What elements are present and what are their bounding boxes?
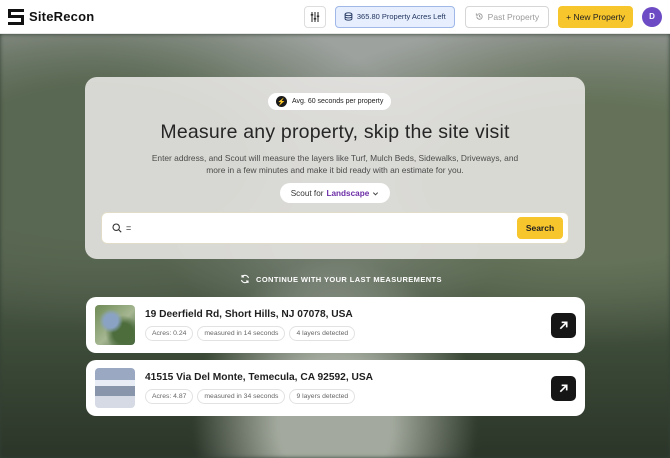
arrow-up-right-icon [559, 383, 568, 392]
brand-name: SiteRecon [29, 9, 95, 24]
acres-left-text: 365.80 Property Acres Left [356, 12, 446, 21]
acres-chip: Acres: 4.87 [145, 389, 194, 404]
address-search-box: Search [101, 212, 569, 244]
search-icon [112, 223, 122, 233]
top-bar: SiteRecon 365.80 Property Acres Left Pas… [0, 0, 670, 34]
measured-time-chip: measured in 34 seconds [197, 389, 286, 404]
history-icon [475, 13, 483, 20]
refresh-icon [240, 274, 250, 284]
avg-time-text: Avg. 60 seconds per property [292, 98, 384, 105]
arrow-up-right-icon [559, 320, 568, 329]
filters-button[interactable] [303, 5, 326, 28]
database-icon [344, 12, 353, 21]
layers-chip: 9 layers detected [289, 389, 356, 404]
continue-measurements-heading: CONTINUE WITH YOUR LAST MEASUREMENTS [240, 274, 442, 284]
measurement-card[interactable]: 19 Deerfield Rd, Short Hills, NJ 07078, … [86, 297, 585, 353]
layers-chip: 4 layers detected [289, 326, 356, 341]
property-address: 41515 Via Del Monte, Temecula, CA 92592,… [145, 372, 373, 383]
address-search-input[interactable] [126, 223, 517, 233]
page-subtitle: Enter address, and Scout will measure th… [151, 153, 519, 175]
past-property-label: Past Property [487, 11, 540, 22]
sliders-icon [310, 11, 320, 22]
scout-type-dropdown[interactable]: Scout for Landscape [280, 183, 390, 203]
continue-label: CONTINUE WITH YOUR LAST MEASUREMENTS [256, 274, 442, 284]
page-title: Measure any property, skip the site visi… [160, 121, 510, 143]
siterecon-logo-icon [8, 8, 24, 25]
new-property-button[interactable]: + New Property [558, 5, 633, 28]
open-measurement-button[interactable] [551, 375, 576, 401]
measured-time-chip: measured in 14 seconds [197, 326, 286, 341]
acres-left-badge[interactable]: 365.80 Property Acres Left [334, 5, 455, 28]
open-measurement-button[interactable] [551, 312, 576, 338]
scout-prefix: Scout for [290, 188, 324, 198]
scout-value: Landscape [326, 188, 370, 198]
search-button[interactable]: Search [517, 217, 563, 239]
chevron-down-icon [373, 191, 379, 195]
property-address: 19 Deerfield Rd, Short Hills, NJ 07078, … [145, 309, 353, 320]
property-thumbnail [95, 368, 135, 408]
brand-logo[interactable]: SiteRecon [8, 8, 95, 25]
measurement-card[interactable]: 41515 Via Del Monte, Temecula, CA 92592,… [86, 360, 585, 416]
avg-time-badge: ⚡ Avg. 60 seconds per property [268, 93, 392, 110]
lightning-icon: ⚡ [276, 96, 287, 107]
past-property-button[interactable]: Past Property [464, 5, 550, 28]
user-avatar[interactable]: D [642, 6, 662, 27]
acres-chip: Acres: 0.24 [145, 326, 194, 341]
property-thumbnail [95, 305, 135, 345]
